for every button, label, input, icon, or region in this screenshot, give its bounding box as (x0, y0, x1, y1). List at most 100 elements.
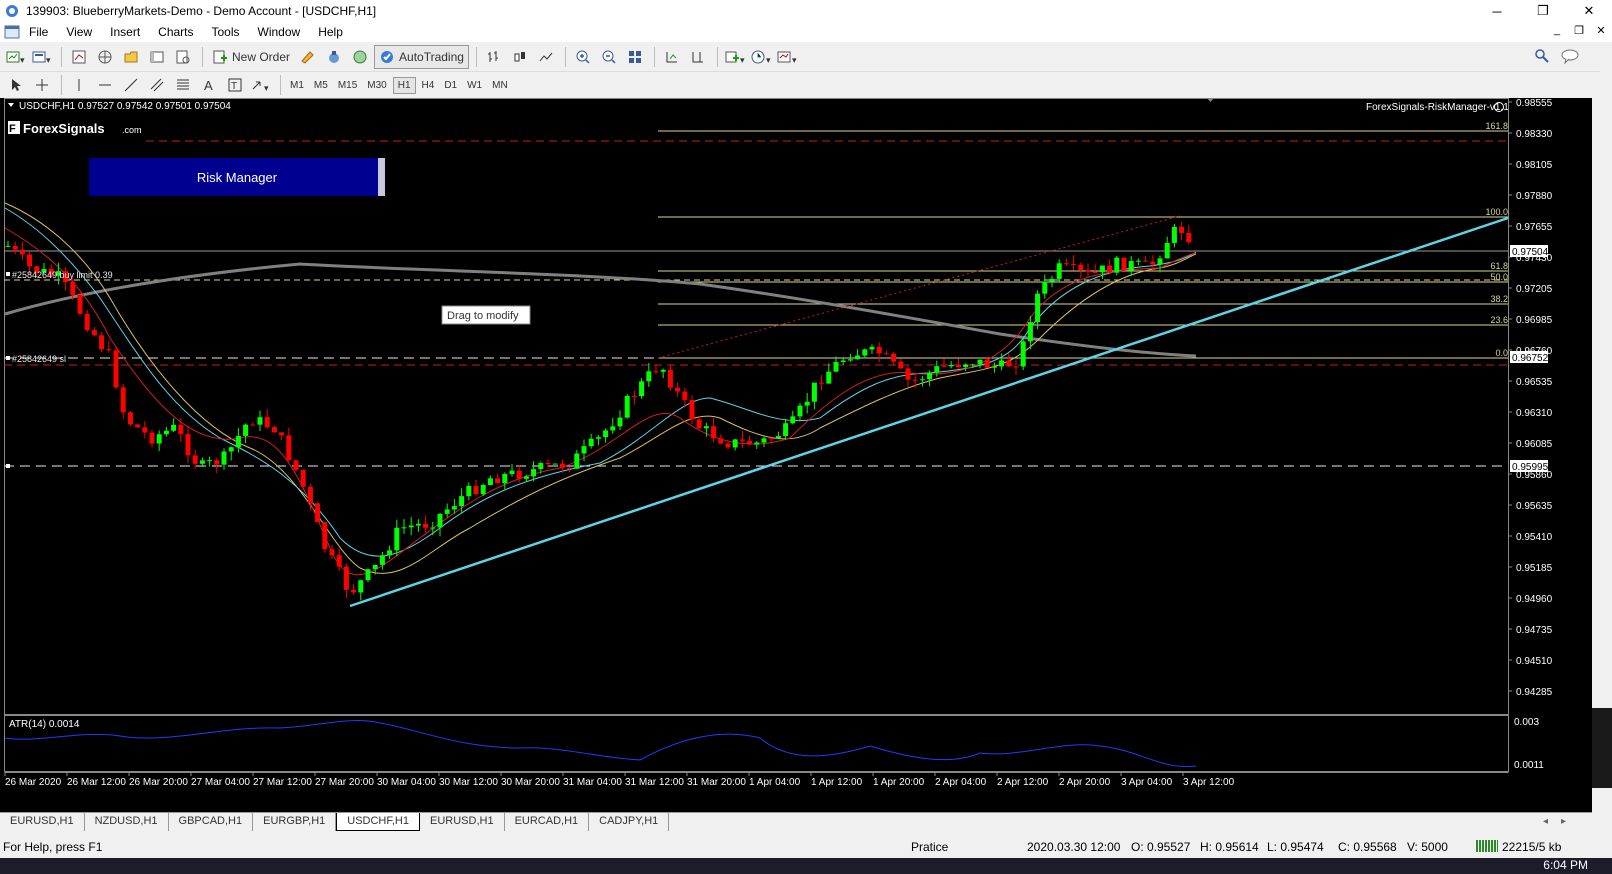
trendline-icon[interactable] (119, 73, 143, 97)
mdi-minimize-button[interactable]: _ (1546, 24, 1568, 37)
candle-body (1013, 366, 1019, 368)
svg-text:▾: ▾ (20, 55, 25, 65)
new-order-button[interactable]: New Order (208, 45, 294, 69)
timeframe-m30[interactable]: M30 (363, 78, 390, 93)
strategy-tester-icon[interactable] (171, 45, 195, 69)
menu-insert[interactable]: Insert (101, 25, 149, 39)
timeframe-h1[interactable]: H1 (392, 76, 416, 94)
chart-shift-marker-icon[interactable] (1207, 98, 1214, 102)
vertical-scrollbar[interactable] (1592, 98, 1612, 812)
data-window-icon[interactable] (93, 45, 117, 69)
collapse-arrow-icon[interactable] (8, 103, 14, 107)
fibonacci-icon[interactable] (171, 73, 195, 97)
price-tick-label: 0.98105 (1516, 160, 1553, 171)
periods-icon[interactable]: ▾ (749, 45, 773, 69)
autotrading-button[interactable]: AutoTrading (374, 44, 469, 69)
minimize-button[interactable]: ─ (1474, 0, 1520, 22)
navigator-icon[interactable] (119, 45, 143, 69)
signals-icon[interactable] (322, 45, 346, 69)
menu-file[interactable]: File (20, 25, 57, 39)
search-icon[interactable] (1534, 48, 1550, 67)
timeframe-m1[interactable]: M1 (286, 78, 308, 93)
templates-icon[interactable]: ▾ (775, 45, 799, 69)
tab-eurusd[interactable]: EURUSD,H1 (0, 813, 85, 831)
time-tick-label: 2 Apr 04:00 (935, 777, 987, 788)
horizontal-line-icon[interactable] (93, 73, 117, 97)
vertical-line-icon[interactable] (67, 73, 91, 97)
market-watch-icon[interactable] (67, 45, 91, 69)
indicators-icon[interactable]: ▾ (723, 45, 747, 69)
buy-limit-order-label[interactable]: #25842649 buy limit 0.39 (12, 270, 113, 280)
timeframe-h4[interactable]: H4 (418, 78, 439, 93)
tab-eurgbp[interactable]: EURGBP,H1 (253, 813, 337, 831)
line-chart-icon[interactable] (534, 45, 558, 69)
zoom-out-icon[interactable] (597, 45, 621, 69)
chart-window[interactable]: 161.8 100.0 61.8 50.0 38.2 23.6 0.0 0.98555 0.9… (0, 98, 1592, 812)
candle-body (610, 426, 616, 431)
menu-help[interactable]: Help (309, 25, 352, 39)
close-button[interactable]: ✕ (1566, 0, 1612, 22)
text-icon[interactable]: A (197, 73, 221, 97)
candlestick-icon[interactable] (508, 45, 532, 69)
tooltip-text: Drag to modify (447, 310, 519, 322)
sl-order-label[interactable]: #25842649 sl (12, 354, 66, 364)
cursor-icon[interactable] (4, 73, 28, 97)
timeframe-m5[interactable]: M5 (310, 78, 332, 93)
candle-body (948, 364, 954, 367)
chat-icon[interactable] (1560, 48, 1580, 67)
tab-scroll-left-icon[interactable]: ◂ (1543, 816, 1548, 827)
timeframe-d1[interactable]: D1 (440, 78, 461, 93)
timeframe-w1[interactable]: W1 (463, 78, 486, 93)
autotrading-icon (381, 50, 394, 63)
trendline[interactable] (349, 216, 1509, 608)
time-tick-label: 26 Mar 2020 (5, 777, 62, 788)
candle-body (1071, 263, 1077, 265)
metaeditor-icon[interactable] (296, 45, 320, 69)
menu-charts[interactable]: Charts (149, 25, 202, 39)
candle-body (19, 249, 25, 255)
restore-button[interactable]: ❐ (1520, 0, 1566, 22)
crosshair-icon[interactable] (30, 73, 54, 97)
tab-usdchf[interactable]: USDCHF,H1 (336, 813, 420, 831)
tab-cadjpy[interactable]: CADJPY,H1 (589, 813, 670, 831)
tab-nzdusd[interactable]: NZDUSD,H1 (85, 813, 169, 831)
menu-window[interactable]: Window (249, 25, 310, 39)
risk-manager-handle[interactable] (378, 158, 385, 196)
menu-tools[interactable]: Tools (203, 25, 249, 39)
fib-level-label: 0.0 (1495, 348, 1508, 358)
price-chart[interactable]: 161.8 100.0 61.850.0 38.2 23.6 0.0 0.98555 0.9… (0, 98, 1592, 812)
arrows-icon[interactable]: ▾ (249, 73, 273, 97)
tab-gbpcad[interactable]: GBPCAD,H1 (169, 813, 254, 831)
candle-body (682, 391, 688, 400)
timeframe-m15[interactable]: M15 (334, 78, 361, 93)
timeframe-mn[interactable]: MN (488, 78, 512, 93)
candle-body (595, 437, 601, 439)
fibonacci-retracement[interactable]: 161.8 100.0 61.850.0 38.2 23.6 0.0 (658, 121, 1508, 359)
channel-icon[interactable] (145, 73, 169, 97)
candle-body (444, 509, 450, 514)
price-tick-label: 0.94285 (1516, 687, 1553, 698)
tab-eurusd-2[interactable]: EURUSD,H1 (420, 813, 505, 831)
tab-eurcad[interactable]: EURCAD,H1 (505, 813, 590, 831)
status-datetime: 2020.03.30 12:00 (1027, 840, 1121, 854)
mdi-restore-button[interactable]: ❐ (1568, 24, 1590, 37)
candle-body (1121, 257, 1127, 271)
new-chart-icon[interactable]: ▾ (4, 45, 28, 69)
menu-view[interactable]: View (57, 25, 101, 39)
chart-shift-icon[interactable] (686, 45, 710, 69)
profiles-icon[interactable]: ▾ (30, 45, 54, 69)
tile-windows-icon[interactable] (623, 45, 647, 69)
text-label-icon[interactable]: T (223, 73, 247, 97)
mdi-close-button[interactable]: ✕ (1590, 24, 1612, 37)
price-tick-label: 0.94510 (1516, 656, 1553, 667)
market-icon[interactable] (348, 45, 372, 69)
time-tick-label: 30 Mar 20:00 (501, 777, 560, 788)
candle-body (891, 353, 897, 362)
time-tick-label: 2 Apr 12:00 (997, 777, 1049, 788)
auto-scroll-icon[interactable] (660, 45, 684, 69)
candle-body (617, 417, 623, 427)
zoom-in-icon[interactable] (571, 45, 595, 69)
tab-scroll-right-icon[interactable]: ▸ (1561, 816, 1566, 827)
bar-chart-icon[interactable] (482, 45, 506, 69)
terminal-icon[interactable] (145, 45, 169, 69)
